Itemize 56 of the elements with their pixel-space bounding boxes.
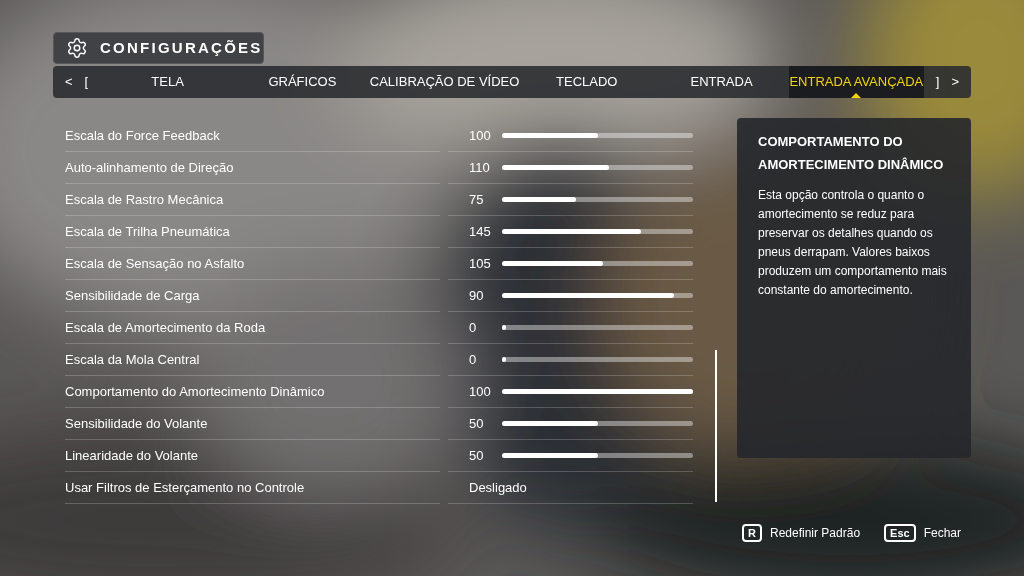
setting-row[interactable]: Escala de Trilha Pneumática 145 (65, 216, 705, 248)
setting-row[interactable]: Usar Filtros de Esterçamento no Controle Desligado (65, 472, 705, 504)
setting-value: Desligado (469, 478, 527, 497)
footer-action[interactable]: Fechar (923, 524, 961, 542)
setting-label: Sensibilidade do Volante (65, 408, 440, 440)
setting-label: Linearidade do Volante (65, 440, 440, 472)
setting-row[interactable]: Escala de Sensação no Asfalto 105 (65, 248, 705, 280)
setting-value: 0 (469, 318, 478, 337)
help-title: COMPORTAMENTO DO AMORTECIMENTO DINÂMICO (758, 133, 945, 174)
key-hint[interactable]: < (65, 72, 73, 92)
setting-value: 50 (469, 414, 485, 433)
setting-value: 0 (469, 350, 478, 369)
settings-icon (66, 37, 88, 59)
setting-label: Escala de Sensação no Asfalto (65, 248, 440, 280)
key-hint[interactable]: > (951, 72, 959, 92)
setting-row[interactable]: Escala da Mola Central 0 (65, 344, 705, 376)
setting-value: 105 (469, 254, 492, 273)
setting-value: 110 (469, 158, 491, 177)
tab[interactable]: GRÁFICOS (235, 66, 370, 98)
setting-label: Usar Filtros de Esterçamento no Controle (65, 472, 440, 504)
tab[interactable]: TELA (100, 66, 235, 98)
settings-title: CONFIGURAÇÕES (100, 37, 263, 58)
tab[interactable]: ENTRADA (654, 66, 789, 98)
setting-value: 145 (469, 222, 492, 241)
setting-value: 50 (469, 446, 485, 465)
tab[interactable]: TECLADO (519, 66, 655, 98)
setting-label: Escala de Amortecimento da Roda (65, 312, 440, 344)
setting-label: Sensibilidade de Carga (65, 280, 440, 312)
setting-label: Escala da Mola Central (65, 344, 440, 376)
setting-label: Escala de Trilha Pneumática (65, 216, 440, 248)
tab[interactable]: CALIBRAÇÃO DE VÍDEO (369, 66, 520, 98)
setting-row[interactable]: Linearidade do Volante 50 (65, 440, 705, 472)
setting-row[interactable]: Auto-alinhamento de Direção 110 (65, 152, 705, 184)
key-hint[interactable]: [ (84, 72, 89, 92)
setting-label: Comportamento do Amortecimento Dinâmico (65, 376, 440, 408)
key-hint[interactable]: ] (935, 72, 940, 92)
setting-value: 75 (469, 190, 485, 209)
setting-row[interactable]: Escala do Force Feedback 100 (65, 120, 705, 152)
setting-row[interactable]: Sensibilidade de Carga 90 (65, 280, 705, 312)
setting-row[interactable]: Comportamento do Amortecimento Dinâmico 100 (65, 376, 705, 408)
scrollbar-thumb[interactable] (715, 350, 717, 502)
setting-row[interactable]: Escala de Rastro Mecânica 75 (65, 184, 705, 216)
key-hint: R (742, 524, 762, 542)
selected-indicator-icon (851, 93, 862, 98)
help-text: Esta opção controla o quanto o amortecimento se reduz para preservar os detalhes quando os pneus derrapam. Valores baixos produzem um comportamento mais constante do amortecimento. (758, 187, 948, 299)
setting-value: 90 (469, 286, 485, 305)
setting-label: Escala de Rastro Mecânica (65, 184, 440, 216)
setting-value: 100 (469, 126, 492, 145)
setting-row[interactable]: Escala de Amortecimento da Roda 0 (65, 312, 705, 344)
setting-label: Escala do Force Feedback (65, 120, 440, 152)
setting-label: Auto-alinhamento de Direção (65, 152, 440, 184)
footer-action[interactable]: Redefinir Padrão (770, 524, 861, 542)
setting-row[interactable]: Sensibilidade do Volante 50 (65, 408, 705, 440)
key-hint: Esc (884, 524, 916, 542)
tab[interactable]: ENTRADA AVANÇADA (788, 66, 924, 98)
setting-value: 100 (469, 382, 492, 401)
